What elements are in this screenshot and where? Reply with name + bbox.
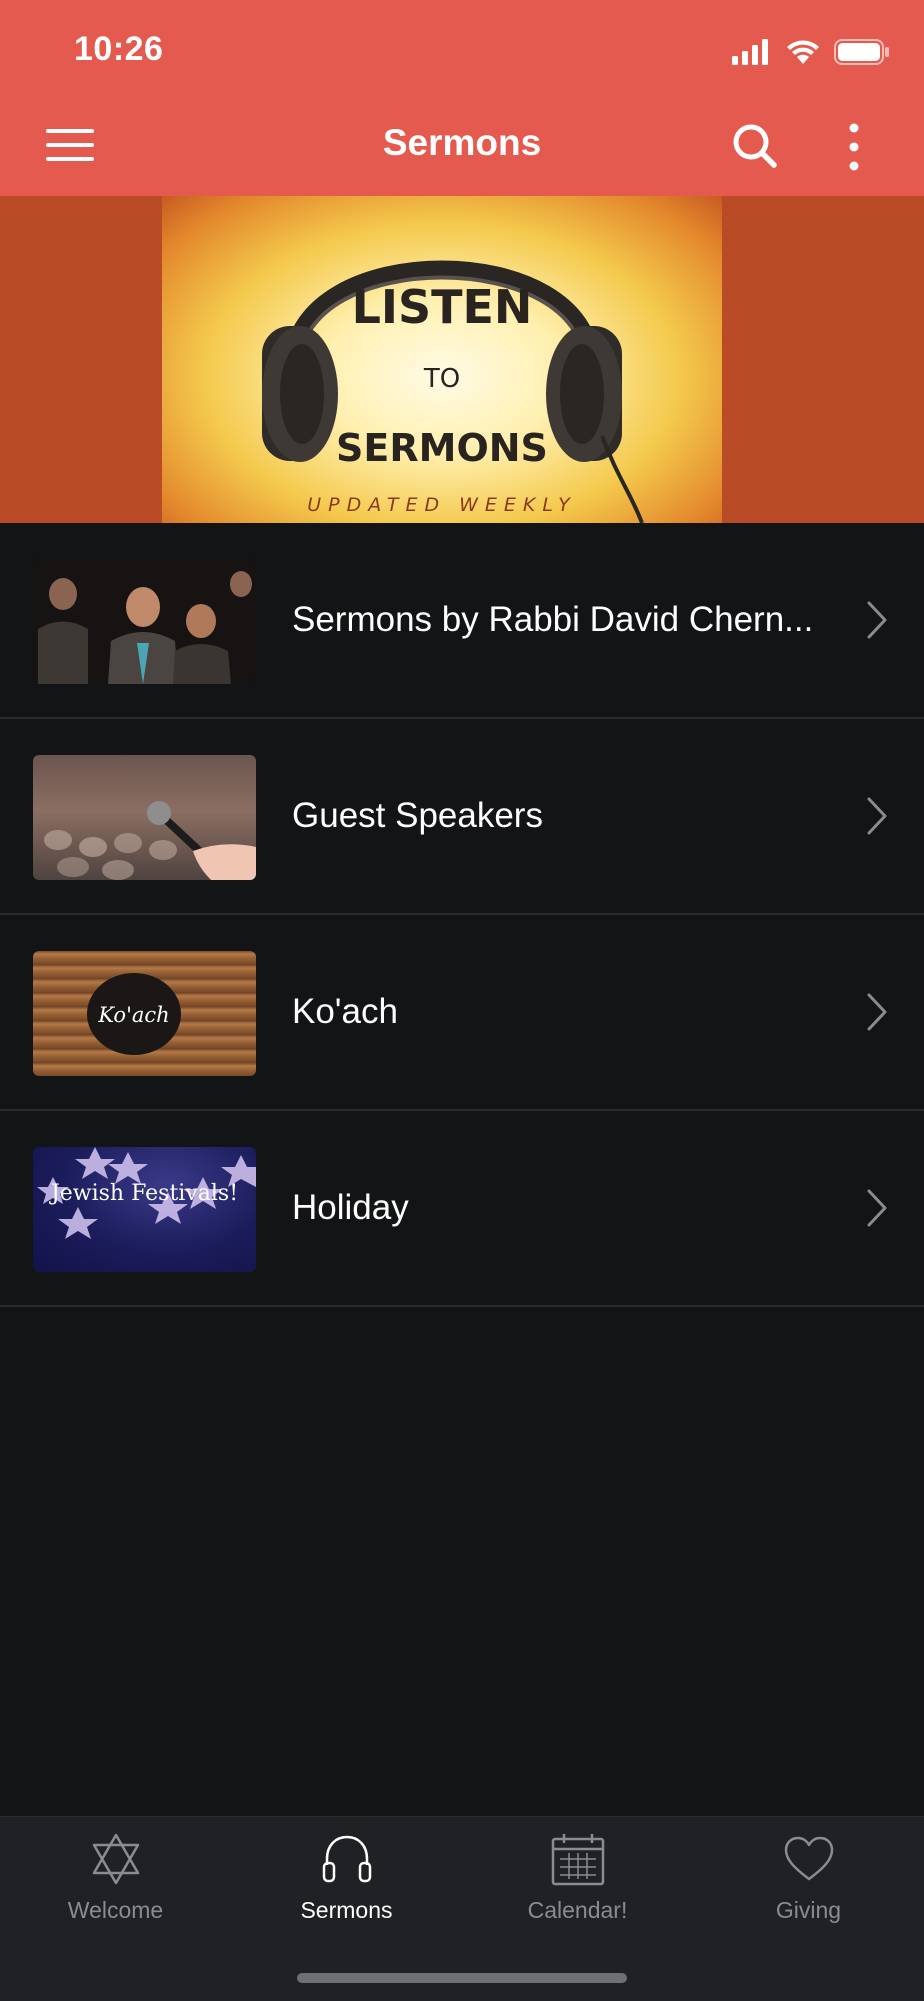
status-time: 10:26: [74, 30, 164, 68]
list-item-thumbnail: Ko'ach: [33, 951, 256, 1076]
list-item-label: Ko'ach: [292, 992, 398, 1031]
tab-giving[interactable]: Giving: [693, 1817, 924, 1947]
banner-line-updated: UPDATED WEEKLY: [307, 494, 577, 516]
list-item-label: Guest Speakers: [292, 796, 543, 835]
banner-line-listen: LISTEN: [351, 280, 533, 334]
tab-label: Welcome: [67, 1897, 164, 1923]
heart-icon: [784, 1836, 833, 1881]
list-item-label: Holiday: [292, 1188, 409, 1227]
banner-line-sermons: SERMONS: [336, 426, 548, 470]
battery-icon: [834, 39, 889, 65]
list-item[interactable]: Ko'ach Ko'ach: [0, 915, 924, 1111]
chevron-right-icon: [867, 601, 887, 639]
wifi-icon: [787, 40, 819, 64]
list-item-thumbnail: Jewish Festivals!: [33, 1147, 256, 1272]
status-icons: [732, 36, 890, 68]
koach-thumb-text: Ko'ach: [98, 1003, 170, 1027]
tab-calendar[interactable]: Calendar!: [462, 1817, 693, 1947]
list-item[interactable]: Sermons by Rabbi David Chern...: [0, 523, 924, 719]
tab-sermons[interactable]: Sermons: [231, 1817, 462, 1947]
calendar-icon: [551, 1834, 604, 1886]
list-item[interactable]: Guest Speakers: [0, 719, 924, 915]
tab-welcome[interactable]: Welcome: [0, 1817, 231, 1947]
microphone-photo-image: [33, 755, 256, 880]
chevron-right-icon: [867, 1189, 887, 1227]
chevron-right-icon: [867, 993, 887, 1031]
sermon-category-list: Sermons by Rabbi David Chern... Guest Sp…: [0, 523, 924, 1307]
tab-label: Giving: [775, 1897, 842, 1923]
headphones-icon: [322, 1835, 371, 1883]
more-options-button[interactable]: [842, 122, 866, 172]
banner-image: LISTEN TO SERMONS UPDATED WEEKLY: [162, 196, 722, 523]
list-item-thumbnail: [33, 755, 256, 880]
chevron-right-icon: [867, 797, 887, 835]
banner-line-to: TO: [423, 364, 461, 394]
rabbi-photo-image: [33, 559, 256, 684]
star-of-david-icon: [92, 1833, 139, 1885]
sermons-banner: LISTEN TO SERMONS UPDATED WEEKLY: [0, 196, 924, 523]
tab-label: Sermons: [300, 1897, 393, 1923]
app-header: 10:26 Sermons: [0, 0, 924, 196]
search-button[interactable]: [732, 123, 778, 169]
holiday-thumb-text: Jewish Festivals!: [50, 1181, 239, 1206]
list-item-thumbnail: [33, 559, 256, 684]
more-vertical-icon: [849, 123, 859, 171]
headphones-illustration: [262, 260, 644, 523]
page-title: Sermons: [382, 122, 542, 163]
search-icon: [733, 124, 777, 168]
list-item-label: Sermons by Rabbi David Chern...: [292, 600, 814, 639]
signal-icon: [732, 39, 768, 65]
stars-image: [37, 1147, 256, 1239]
list-item[interactable]: Jewish Festivals! Holiday: [0, 1111, 924, 1307]
tab-label: Calendar!: [527, 1897, 628, 1923]
home-indicator[interactable]: [297, 1973, 627, 1983]
